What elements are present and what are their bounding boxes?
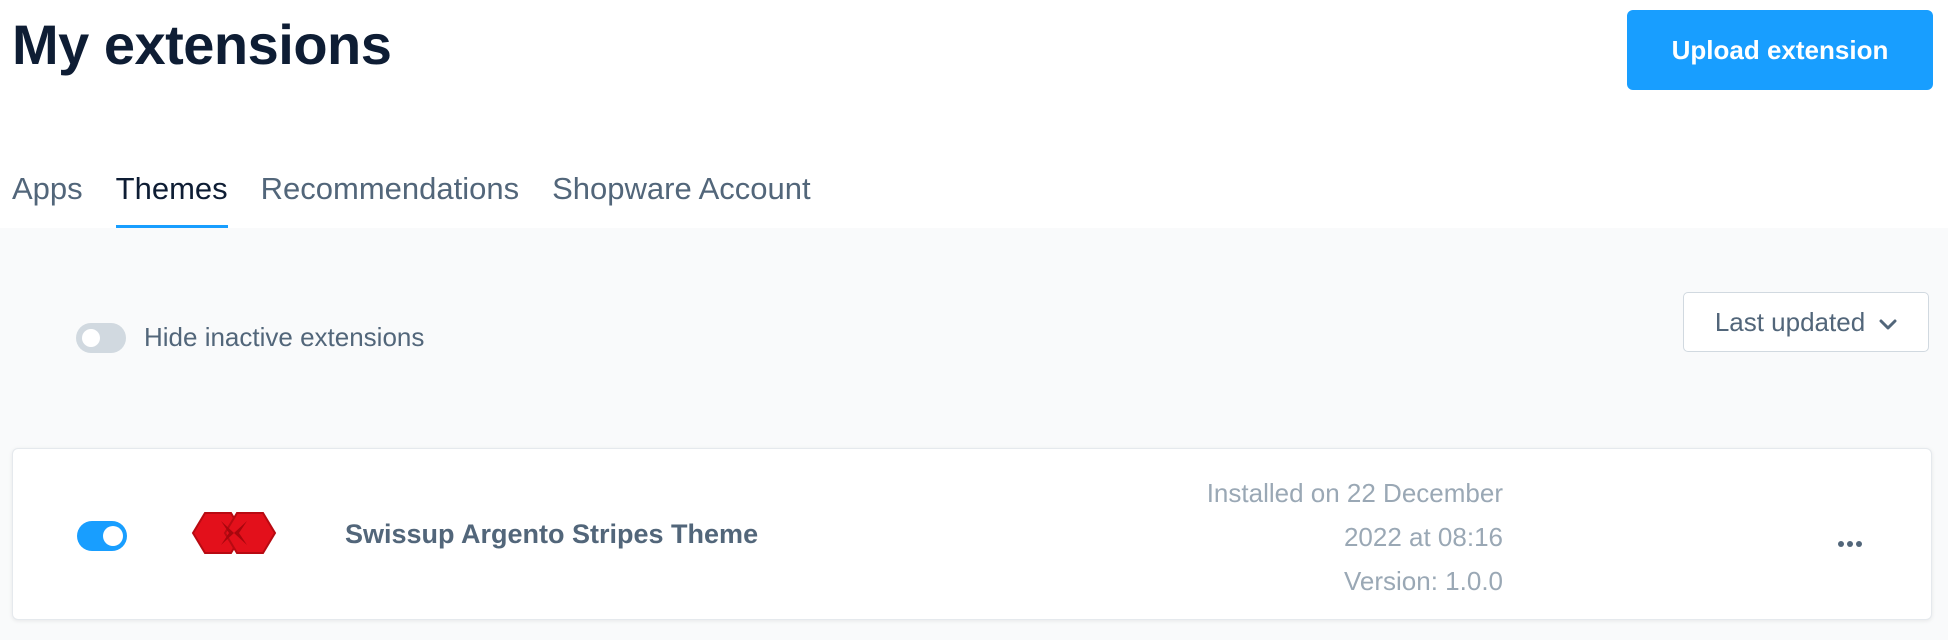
tab-recommendations[interactable]: Recommendations: [261, 150, 519, 228]
install-date-line1: Installed on 22 December: [1206, 478, 1503, 508]
chevron-down-icon: [1879, 307, 1897, 338]
sort-select[interactable]: Last updated: [1683, 292, 1929, 352]
swissup-logo-icon: [191, 509, 277, 557]
hide-inactive-toggle[interactable]: [76, 323, 126, 353]
toggle-knob: [103, 526, 123, 546]
extension-active-toggle[interactable]: [77, 521, 127, 551]
tab-apps[interactable]: Apps: [12, 150, 83, 228]
extension-name: Swissup Argento Stripes Theme: [345, 519, 759, 549]
page-title: My extensions: [12, 13, 392, 76]
sort-select-value: Last updated: [1714, 306, 1866, 337]
tab-bar: Apps Themes Recommendations Shopware Acc…: [0, 150, 832, 228]
tab-themes[interactable]: Themes: [115, 150, 228, 228]
more-options-icon[interactable]: [1837, 523, 1863, 555]
extensions-content: Hide inactive extensions Last updated Sw…: [0, 228, 1948, 640]
hide-inactive-label: Hide inactive extensions: [144, 322, 425, 352]
extension-version: Version: 1.0.0: [1344, 566, 1503, 596]
extension-card: Swissup Argento Stripes Theme Installed …: [12, 448, 1932, 620]
install-date-line2: 2022 at 08:16: [1343, 522, 1503, 552]
extension-meta: Installed on 22 December 2022 at 08:16 V…: [1207, 471, 1503, 603]
toggle-knob: [82, 329, 100, 347]
upload-extension-button[interactable]: Upload extension: [1627, 10, 1933, 90]
tab-shopware-account[interactable]: Shopware Account: [552, 150, 811, 228]
